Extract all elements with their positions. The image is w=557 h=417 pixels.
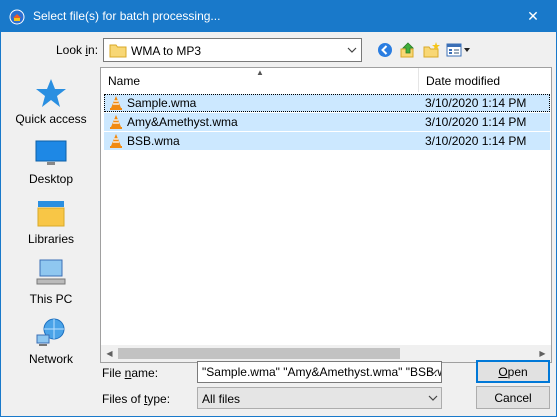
chevron-down-icon[interactable] — [347, 45, 357, 55]
folder-icon — [109, 44, 127, 58]
file-row-bsb[interactable]: BSB.wma 3/10/2020 1:14 PM — [104, 132, 550, 150]
app-icon — [9, 9, 25, 25]
place-quick-access[interactable]: Quick access — [5, 77, 97, 137]
place-network[interactable]: Network — [5, 317, 97, 377]
file-list[interactable]: ▲ Name Date modified Sample.wma 3/10/202… — [100, 67, 552, 363]
look-in-value: WMA to MP3 — [131, 44, 202, 58]
file-name: BSB.wma — [127, 134, 180, 148]
scroll-left-icon[interactable]: ◀ — [101, 345, 118, 362]
chevron-down-icon[interactable] — [428, 393, 438, 403]
desktop-icon — [35, 140, 67, 165]
file-dialog-window: Select file(s) for batch processing... ✕… — [0, 0, 557, 417]
look-in-combobox[interactable]: WMA to MP3 — [103, 38, 362, 62]
close-window-button[interactable]: ✕ — [510, 1, 556, 32]
libraries-icon — [37, 201, 65, 227]
back-button[interactable] — [375, 40, 395, 60]
place-label: Quick access — [15, 112, 87, 126]
file-type-label: Files of type: — [102, 392, 171, 406]
places-bar: Quick access Desktop Libraries This PC N… — [5, 67, 97, 366]
file-name-input[interactable]: "Sample.wma" "Amy&Amethyst.wma" "BSB.wma… — [197, 361, 442, 383]
place-label: Network — [28, 352, 73, 366]
view-menu-button[interactable] — [446, 40, 472, 60]
place-libraries[interactable]: Libraries — [5, 197, 97, 257]
close-icon: ✕ — [527, 8, 539, 24]
vlc-cone-icon — [110, 134, 122, 148]
back-icon — [378, 43, 392, 57]
file-row-sample[interactable]: Sample.wma 3/10/2020 1:14 PM — [104, 94, 550, 112]
scrollbar-thumb[interactable] — [118, 348, 400, 359]
vlc-cone-icon — [110, 115, 122, 129]
open-button[interactable]: Open — [476, 360, 550, 383]
new-folder-button[interactable] — [422, 40, 442, 60]
title-bar[interactable]: Select file(s) for batch processing... ✕ — [1, 1, 556, 32]
file-date: 3/10/2020 1:14 PM — [425, 134, 527, 148]
place-label: Desktop — [28, 172, 74, 186]
file-name-label: File name: — [102, 366, 159, 380]
look-in-label: Look in: — [56, 43, 99, 57]
new-folder-icon — [423, 42, 440, 58]
place-label: This PC — [29, 292, 73, 306]
window-title: Select file(s) for batch processing... — [33, 9, 221, 23]
quick-access-star-icon — [36, 79, 66, 107]
file-date: 3/10/2020 1:14 PM — [425, 96, 527, 110]
file-type-select[interactable]: All files — [197, 387, 442, 409]
file-name: Amy&Amethyst.wma — [127, 115, 238, 129]
place-this-pc[interactable]: This PC — [5, 257, 97, 317]
file-name: Sample.wma — [127, 96, 197, 110]
file-name-value: "Sample.wma" "Amy&Amethyst.wma" "BSB.wma… — [202, 365, 442, 379]
up-folder-button[interactable] — [398, 40, 418, 60]
view-menu-icon — [446, 43, 470, 57]
column-header-name[interactable]: Name — [101, 68, 418, 92]
file-type-value: All files — [202, 392, 241, 406]
chevron-down-icon[interactable] — [428, 367, 438, 377]
column-header-date-modified[interactable]: Date modified — [418, 68, 551, 92]
place-label: Libraries — [27, 232, 75, 246]
place-desktop[interactable]: Desktop — [5, 137, 97, 197]
cancel-button[interactable]: Cancel — [476, 386, 550, 409]
up-folder-icon — [400, 42, 414, 58]
file-date: 3/10/2020 1:14 PM — [425, 115, 527, 129]
this-pc-icon — [36, 259, 66, 285]
vlc-cone-icon — [110, 96, 122, 110]
network-icon — [36, 318, 65, 346]
file-row-amy-amethyst[interactable]: Amy&Amethyst.wma 3/10/2020 1:14 PM — [104, 113, 550, 131]
